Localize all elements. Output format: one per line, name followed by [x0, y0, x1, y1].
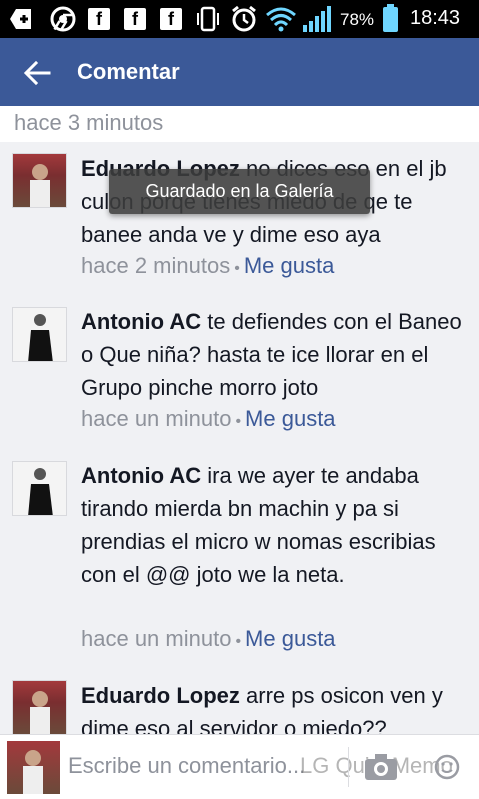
comment-time: hace un minuto: [81, 406, 232, 431]
comment-meta: hace un minuto • Me gusta: [81, 626, 336, 652]
facebook-icon: f: [160, 8, 182, 30]
separator-dot: •: [234, 260, 240, 277]
timestamp-row: hace 3 minutos: [0, 106, 479, 142]
comment-time: hace un minuto: [81, 626, 232, 651]
toast-message: Guardado en la Galería: [109, 169, 370, 214]
like-button[interactable]: Me gusta: [244, 253, 335, 278]
facebook-icon: f: [88, 8, 110, 30]
chrome-icon: [50, 6, 76, 32]
like-button[interactable]: Me gusta: [245, 626, 336, 651]
comment-body: Eduardo Lopez arre ps osicon ven y dime …: [81, 679, 471, 734]
avatar[interactable]: [12, 461, 67, 516]
emoji-icon[interactable]: [434, 754, 460, 780]
page-title: Comentar: [77, 59, 180, 84]
battery-percent: 78%: [340, 10, 375, 29]
timestamp: hace 3 minutos: [14, 110, 164, 135]
comment-composer: Escribe un comentario... LG QuickMemo: [0, 734, 479, 799]
alarm-icon: [229, 5, 259, 32]
clock: 18:43: [410, 7, 461, 29]
facebook-icon: f: [124, 8, 146, 30]
avatar[interactable]: [12, 307, 67, 362]
avatar: [7, 741, 60, 794]
comment-meta: hace 2 minutos • Me gusta: [81, 253, 334, 279]
vibrate-icon: [194, 6, 222, 32]
battery-icon: [383, 4, 398, 32]
signal-icon: [302, 6, 332, 32]
wifi-icon: [265, 6, 297, 32]
like-button[interactable]: Me gusta: [245, 406, 336, 431]
back-arrow-icon[interactable]: [22, 58, 52, 88]
app-bar: Comentar: [0, 38, 479, 106]
add-icon: [8, 6, 34, 32]
separator-dot: •: [235, 413, 242, 430]
comment-author[interactable]: Eduardo Lopez: [81, 683, 240, 708]
comment-body: Antonio AC te defiendes con el Baneo o Q…: [81, 305, 471, 404]
status-bar: f f f 78% 18:43: [0, 0, 479, 38]
comment-body: Antonio AC ira we ayer te andaba tirando…: [81, 459, 471, 591]
avatar[interactable]: [12, 680, 67, 734]
separator-dot: •: [235, 633, 242, 650]
divider: [348, 747, 349, 787]
avatar[interactable]: [12, 153, 67, 208]
comment-author[interactable]: Antonio AC: [81, 463, 201, 488]
comment-input[interactable]: Escribe un comentario...: [68, 753, 305, 779]
camera-icon[interactable]: [364, 753, 398, 781]
comment-meta: hace un minuto • Me gusta: [81, 406, 336, 432]
comment-time: hace 2 minutos: [81, 253, 231, 278]
comment-author[interactable]: Antonio AC: [81, 309, 201, 334]
